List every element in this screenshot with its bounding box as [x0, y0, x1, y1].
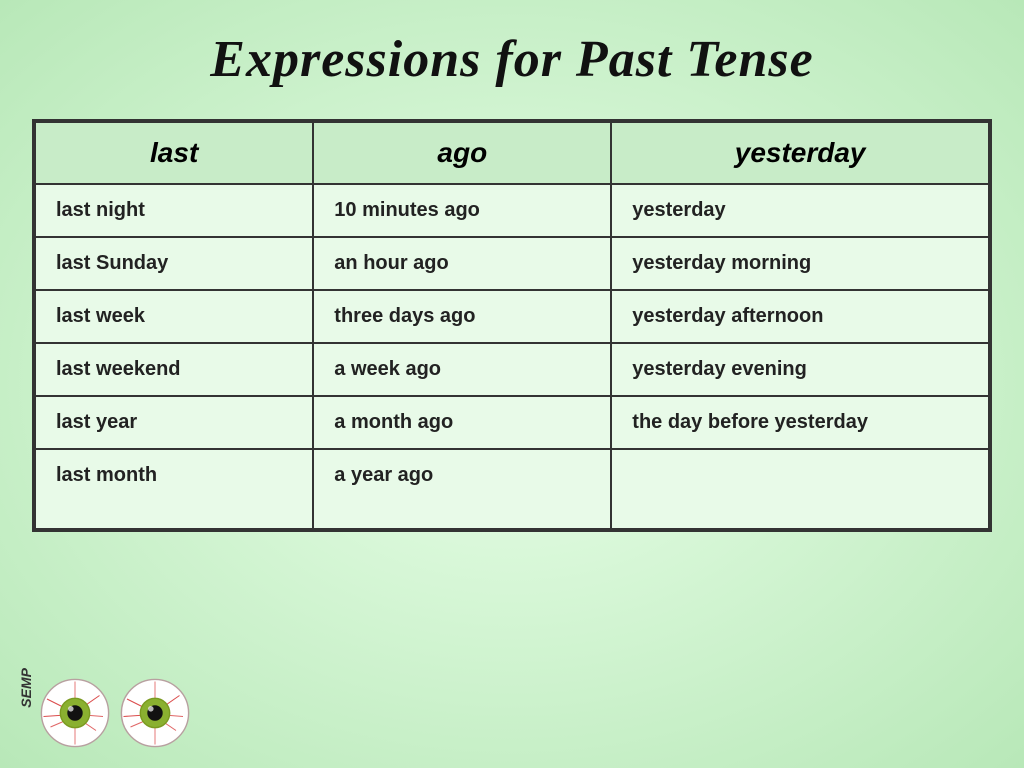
table-cell: a week ago	[313, 343, 611, 396]
table-cell: last night	[35, 184, 313, 237]
table-cell: yesterday afternoon	[611, 290, 989, 343]
col-header-ago: ago	[313, 122, 611, 184]
table-cell: 10 minutes ago	[313, 184, 611, 237]
table-cell: yesterday morning	[611, 237, 989, 290]
col-header-last: last	[35, 122, 313, 184]
table-cell: last month	[35, 449, 313, 529]
table-cell: the day before yesterday	[611, 396, 989, 449]
table-cell: a year ago	[313, 449, 611, 529]
eye-right	[120, 678, 190, 748]
table-cell	[611, 449, 989, 529]
eyes-decoration	[40, 678, 190, 748]
table-cell: an hour ago	[313, 237, 611, 290]
table-cell: a month ago	[313, 396, 611, 449]
table-cell: three days ago	[313, 290, 611, 343]
table-cell: last week	[35, 290, 313, 343]
watermark-label: SEMP	[18, 668, 34, 708]
expressions-table: last ago yesterday last night10 minutes …	[34, 121, 990, 530]
col-header-yesterday: yesterday	[611, 122, 989, 184]
expressions-table-container: last ago yesterday last night10 minutes …	[32, 119, 992, 532]
table-cell: yesterday evening	[611, 343, 989, 396]
table-cell: last Sunday	[35, 237, 313, 290]
table-cell: yesterday	[611, 184, 989, 237]
eye-left	[40, 678, 110, 748]
table-cell: last weekend	[35, 343, 313, 396]
table-cell: last year	[35, 396, 313, 449]
page-title: Expressions for Past Tense	[210, 30, 813, 89]
